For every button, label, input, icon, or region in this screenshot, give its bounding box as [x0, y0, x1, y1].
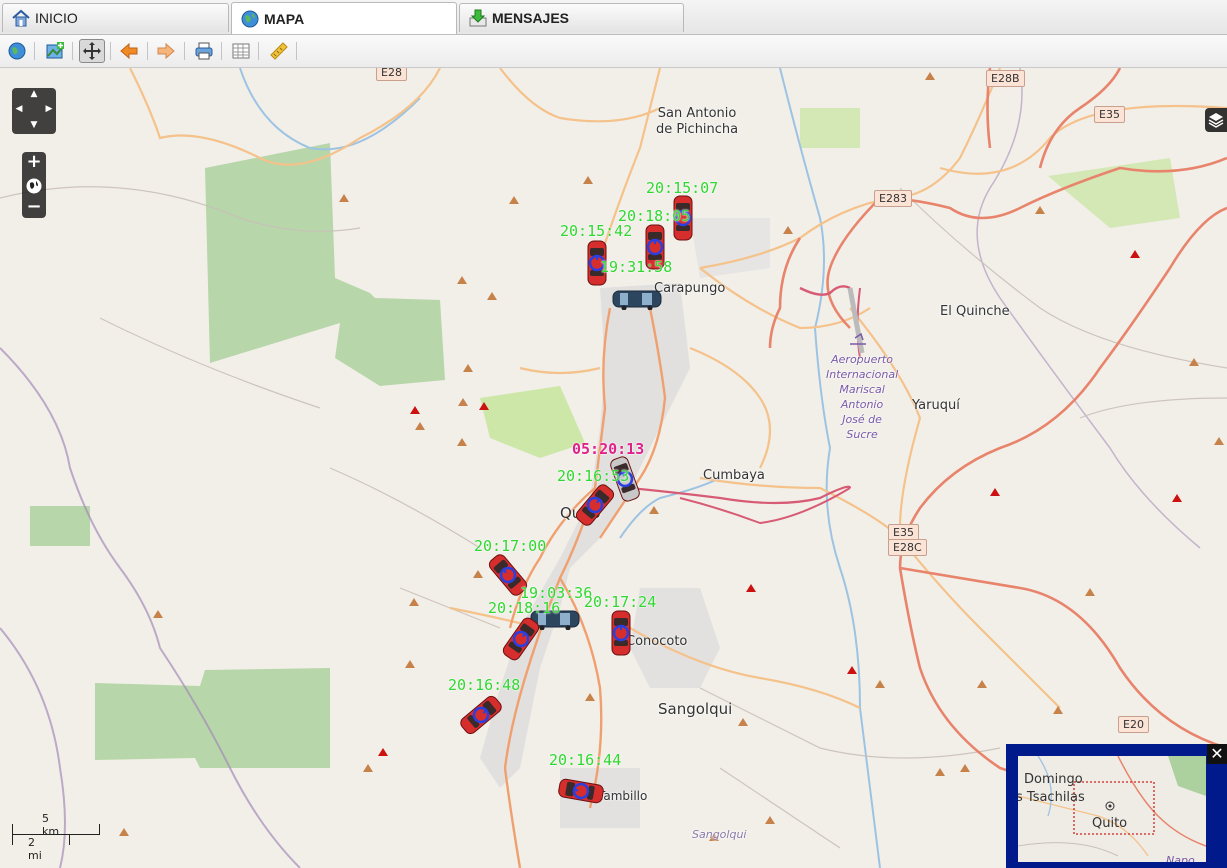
- home-icon: [11, 8, 31, 28]
- vehicle-time-label: 20:17:00: [474, 537, 547, 555]
- tab-mensajes[interactable]: MENSAJES: [459, 3, 684, 32]
- road-shield: E28C: [888, 539, 927, 556]
- print-button[interactable]: [192, 39, 216, 63]
- toolbar-separator: [221, 42, 222, 60]
- road-shield: E28: [376, 68, 407, 81]
- world-icon: [26, 178, 42, 194]
- place-label-conocoto: Conocoto: [626, 634, 688, 649]
- scale-bar-mi-label: 2 mi: [28, 836, 42, 862]
- place-label-cumbaya: Cumbaya: [703, 468, 765, 483]
- place-label-airport: Aeropuerto Internacional Mariscal Antoni…: [826, 353, 899, 441]
- globe-icon: [240, 9, 260, 29]
- tab-mapa-label: MAPA: [264, 10, 305, 27]
- place-label-yaruqui: Yaruquí: [912, 398, 960, 413]
- road-shield: E283: [874, 190, 912, 207]
- toolbar-separator: [258, 42, 259, 60]
- vehicle-time-label: 20:16:48: [448, 676, 521, 694]
- vehicle-time-label: 20:16:44: [549, 751, 622, 769]
- globe-button[interactable]: [5, 39, 29, 63]
- road-shield: E20: [1118, 716, 1149, 733]
- vehicle-time-label: 19:31:58: [600, 258, 673, 276]
- add-layer-button[interactable]: [43, 39, 67, 63]
- ruler-icon: [270, 42, 288, 60]
- layer-switcher-button[interactable]: [1205, 108, 1227, 132]
- toolbar-separator: [72, 42, 73, 60]
- pan-right-button[interactable]: ▶: [42, 104, 56, 118]
- toolbar-separator: [296, 42, 297, 60]
- vehicle-time-label: 20:15:42: [560, 222, 633, 240]
- place-label-sangolqui: Sangolqui: [658, 700, 733, 718]
- map-toolbar: [0, 35, 1227, 68]
- place-label-sangolqui-canton: Sangolqui: [692, 828, 747, 841]
- overview-close-button[interactable]: ✕: [1207, 744, 1227, 764]
- vehicle-alert-time-label: 05:20:13: [572, 440, 645, 458]
- bus-marker[interactable]: [612, 288, 662, 311]
- print-icon: [195, 42, 213, 60]
- toolbar-separator: [110, 42, 111, 60]
- map-canvas[interactable]: San Antonio de Pichincha Carapungo El Qu…: [0, 68, 1227, 868]
- overview-label: Quito: [1092, 816, 1128, 831]
- place-label-carapungo: Carapungo: [654, 281, 726, 296]
- overview-label: s Tsachilas: [1018, 790, 1085, 805]
- zoom-in-button[interactable]: +: [22, 152, 46, 172]
- pan-button[interactable]: [79, 39, 105, 63]
- car-marker[interactable]: [610, 610, 632, 656]
- grid-table-icon: [232, 43, 250, 59]
- toolbar-separator: [184, 42, 185, 60]
- overview-label: Napo: [1166, 854, 1195, 862]
- toolbar-separator: [34, 42, 35, 60]
- overview-map-view[interactable]: Domingo s Tsachilas Quito Napo: [1018, 756, 1206, 862]
- globe-icon: [8, 42, 26, 60]
- place-label-san-antonio: San Antonio de Pichincha: [656, 106, 739, 137]
- road-shield: E28B: [986, 70, 1025, 87]
- add-map-layer-icon: [46, 42, 64, 59]
- tab-inicio[interactable]: INICIO: [2, 3, 229, 32]
- previous-view-button[interactable]: [117, 39, 141, 63]
- pan-up-button[interactable]: ▲: [26, 89, 42, 103]
- toolbar-separator: [147, 42, 148, 60]
- place-label-el-quinche: El Quinche: [940, 304, 1010, 319]
- tab-inicio-label: INICIO: [35, 10, 78, 26]
- zoom-out-button[interactable]: −: [22, 198, 46, 218]
- measure-button[interactable]: [267, 39, 291, 63]
- layers-icon: [1208, 113, 1224, 128]
- pan-left-button[interactable]: ◀: [12, 104, 26, 118]
- vehicle-time-label: 20:15:07: [646, 179, 719, 197]
- grid-button[interactable]: [229, 39, 253, 63]
- overview-label: Domingo: [1024, 772, 1083, 787]
- vehicle-time-label: 20:18:16: [488, 599, 561, 617]
- zoom-world-button[interactable]: [24, 176, 44, 196]
- pan-icon: [83, 42, 101, 60]
- vehicle-time-label: 20:16:53: [557, 467, 630, 485]
- forward-arrow-icon: [157, 42, 175, 60]
- place-label-tambillo: Tambillo: [598, 789, 648, 803]
- inbox-download-icon: [468, 8, 488, 28]
- tab-mapa[interactable]: MAPA: [231, 2, 457, 34]
- back-arrow-icon: [120, 42, 138, 60]
- next-view-button[interactable]: [154, 39, 178, 63]
- road-shield: E35: [1094, 106, 1125, 123]
- overview-map[interactable]: Domingo s Tsachilas Quito Napo ✕: [1006, 744, 1227, 868]
- pan-down-button[interactable]: ▼: [26, 120, 42, 134]
- tab-mensajes-label: MENSAJES: [492, 10, 570, 26]
- vehicle-time-label: 20:17:24: [584, 593, 657, 611]
- tab-bar: INICIO MAPA MENSAJES: [0, 0, 1227, 35]
